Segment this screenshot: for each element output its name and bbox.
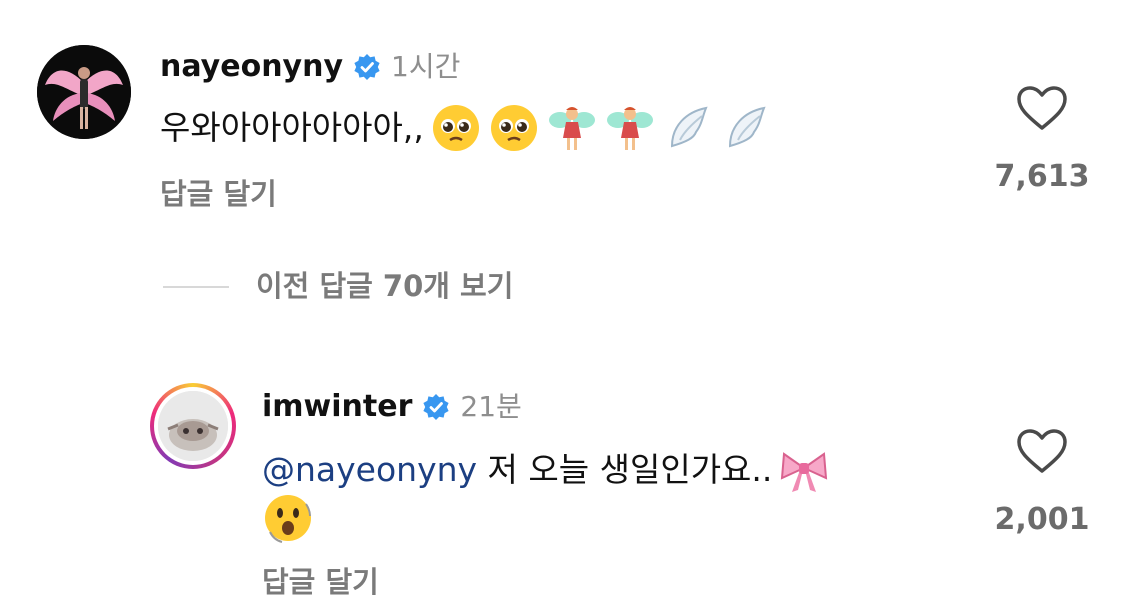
avatar-nayeonyny[interactable] — [37, 45, 131, 139]
reply-text: 저 오늘 생일인가요.. — [477, 450, 773, 489]
view-previous-replies-button[interactable]: 이전 답글 70개 보기 — [256, 269, 513, 303]
wing-emoji-icon — [728, 106, 766, 148]
story-ring — [154, 387, 232, 465]
ribbon-emoji-icon — [781, 452, 828, 492]
username[interactable]: nayeonyny — [160, 50, 343, 84]
fairy-emoji-icon — [548, 107, 595, 150]
fairy-emoji-icon — [606, 107, 653, 150]
reply-header: imwinter 21분 — [262, 390, 522, 424]
wing-emoji-icon — [670, 106, 708, 148]
mention-link[interactable]: @nayeonyny — [262, 448, 477, 492]
like-count: 7,613 — [994, 159, 1090, 194]
pleading-face-emoji-icon — [490, 105, 537, 151]
reply-button[interactable]: 답글 달기 — [160, 177, 277, 211]
comment-body: 우와아아아아아아,, — [160, 102, 772, 154]
replies-divider — [163, 286, 229, 288]
avatar-image — [37, 45, 131, 139]
verified-badge-icon — [354, 54, 380, 80]
like-heart-icon[interactable] — [1016, 85, 1068, 131]
reply-body-line2 — [262, 492, 314, 544]
verified-badge-icon — [423, 394, 449, 420]
like-count: 2,001 — [994, 502, 1090, 537]
astonished-face-emoji-icon — [265, 495, 311, 543]
reply-time: 21분 — [460, 390, 522, 423]
reply-button[interactable]: 답글 달기 — [262, 565, 379, 599]
reply-body: @nayeonyny 저 오늘 생일인가요.. — [262, 444, 830, 496]
avatar-image — [158, 391, 228, 461]
comment-time: 1시간 — [391, 50, 461, 83]
pleading-face-emoji-icon — [432, 105, 479, 151]
avatar-imwinter[interactable] — [150, 383, 236, 469]
like-heart-icon[interactable] — [1016, 428, 1068, 474]
username[interactable]: imwinter — [262, 390, 412, 424]
comment-text: 우와아아아아아아,, — [160, 108, 424, 147]
comment-header: nayeonyny 1시간 — [160, 50, 460, 84]
